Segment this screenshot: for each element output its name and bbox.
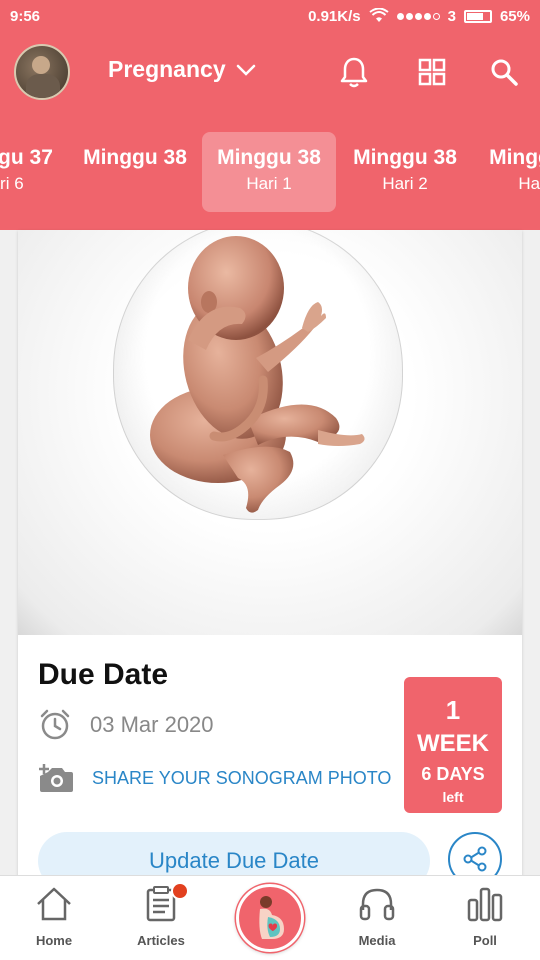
- due-date-card: Due Date 03 Mar 2020 SHARE YOUR SONOGRAM…: [18, 230, 522, 890]
- status-time: 9:56: [10, 7, 41, 25]
- countdown-unit: WEEK: [417, 730, 489, 757]
- screen: 9:56 0.91K/s 3 65% Pregnancy gu 37 ri 6 …: [0, 0, 540, 960]
- countdown-number: 1: [445, 695, 461, 725]
- pregnancy-selector[interactable]: Pregnancy: [108, 56, 256, 83]
- nav-home[interactable]: Home: [4, 886, 104, 948]
- countdown-suffix: left: [442, 789, 464, 805]
- grid-menu-button[interactable]: [412, 52, 452, 92]
- countdown-badge: 1 WEEK 6 DAYS left: [404, 677, 502, 813]
- tab-week-label: Minggu 38: [83, 146, 187, 169]
- nav-label: Home: [35, 933, 73, 948]
- home-icon: [37, 887, 71, 921]
- share-sonogram-link[interactable]: SHARE YOUR SONOGRAM PHOTO: [92, 768, 391, 789]
- notification-badge: [171, 882, 189, 900]
- nav-label: Poll: [473, 933, 497, 948]
- tab-week-label: Minggu 38: [217, 146, 321, 169]
- poll-icon: [467, 887, 503, 922]
- nav-label: Media: [358, 933, 396, 948]
- battery-percent: 65%: [499, 7, 530, 25]
- fetus-icon: [150, 236, 365, 513]
- app-title: Pregnancy: [108, 56, 226, 82]
- tab-day-label: Hari 3: [518, 174, 540, 193]
- countdown-days: 6 DAYS: [421, 764, 485, 784]
- status-right: 0.91K/s 3 65%: [308, 8, 530, 25]
- tab-minggu-38[interactable]: Minggu 38: [68, 132, 202, 212]
- pregnancy-center-icon: [259, 896, 284, 939]
- headphones-icon: [359, 888, 395, 921]
- tab-minggu-38-hari-2[interactable]: Minggu 38 Hari 2: [338, 132, 472, 212]
- due-date-title: Due Date: [38, 658, 169, 691]
- tab-minggu-38-hari-1[interactable]: Minggu 38 Hari 1: [202, 132, 336, 212]
- nav-label: Articles: [137, 933, 185, 948]
- signal-icon: [396, 12, 440, 20]
- network-speed: 0.91K/s: [308, 7, 361, 25]
- search-button[interactable]: [484, 52, 524, 92]
- avatar[interactable]: [14, 44, 70, 100]
- tab-day-label: Hari 2: [382, 174, 428, 193]
- nav-media[interactable]: Media: [327, 886, 427, 948]
- tab-minggu-38-hari-3[interactable]: Minggu 38 Hari 3: [474, 132, 540, 212]
- tab-week-label: Minggu 37: [0, 146, 53, 169]
- share-icon: [463, 846, 487, 872]
- week-day-tabs: Minggu 37 Hari 6 Minggu 38 Minggu 38 Har…: [0, 112, 540, 230]
- tab-week-label: Minggu 38: [489, 146, 540, 169]
- tab-week-label: Minggu 38: [353, 146, 457, 169]
- nav-articles[interactable]: Articles: [111, 882, 211, 948]
- search-icon: [491, 59, 518, 86]
- due-date-row: 03 Mar 2020: [38, 708, 214, 742]
- tab-day-label: Hari 1: [246, 174, 292, 193]
- battery-icon: [463, 9, 492, 23]
- tab-minggu-37-hari-6[interactable]: Minggu 37 Hari 6: [0, 132, 68, 212]
- nav-pregnancy-center[interactable]: [236, 884, 304, 952]
- tab-day-label: Hari 6: [0, 174, 24, 193]
- sim-number: 3: [447, 7, 456, 25]
- chevron-down-icon: [236, 64, 255, 76]
- notification-button[interactable]: [334, 52, 374, 92]
- alarm-clock-icon: [40, 709, 70, 740]
- add-photo-icon: [39, 764, 73, 792]
- grid-icon: [418, 58, 446, 86]
- nav-poll[interactable]: Poll: [435, 886, 535, 948]
- due-date-value: 03 Mar 2020: [90, 712, 214, 737]
- app-bar: Pregnancy: [0, 32, 540, 112]
- fetus-illustration: [18, 230, 522, 635]
- wifi-icon: [369, 8, 389, 22]
- share-sonogram-row[interactable]: SHARE YOUR SONOGRAM PHOTO: [38, 762, 391, 794]
- status-bar: 9:56 0.91K/s 3 65%: [0, 0, 540, 32]
- bell-icon: [340, 57, 368, 88]
